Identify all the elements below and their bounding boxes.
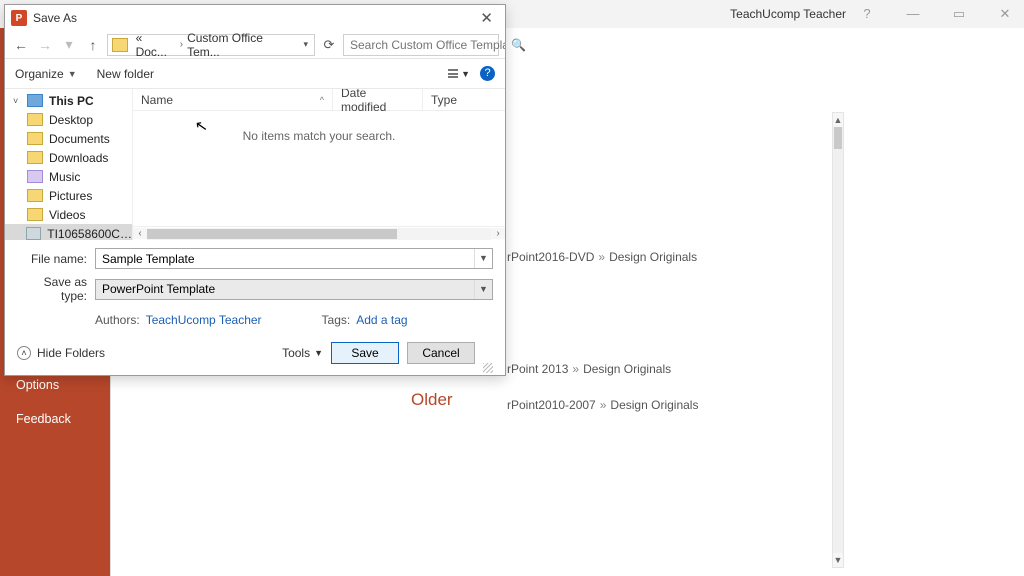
close-dialog-button[interactable]: ✕ xyxy=(472,7,501,29)
help-icon[interactable]: ? xyxy=(480,66,495,81)
filetype-input[interactable] xyxy=(96,282,474,296)
filename-input[interactable] xyxy=(96,252,474,266)
help-button[interactable]: ? xyxy=(854,6,880,22)
address-bar[interactable]: « Doc... › Custom Office Tem... ▾ xyxy=(107,34,315,56)
view-mode-button[interactable]: ▼ xyxy=(448,69,470,79)
recent-list: rPoint2016-DVD»Design Originals rPoint 2… xyxy=(507,228,698,434)
chevron-down-icon[interactable]: ▼ xyxy=(68,69,77,79)
filename-field[interactable]: ▼ xyxy=(95,248,493,269)
nav-back-button[interactable]: ← xyxy=(11,37,31,53)
resize-grip[interactable] xyxy=(483,363,493,373)
fld-icon xyxy=(27,151,43,164)
save-button[interactable]: Save xyxy=(331,342,399,364)
tree-label: Music xyxy=(49,170,80,184)
tags-value[interactable]: Add a tag xyxy=(356,313,407,327)
sidebar-item-feedback[interactable]: Feedback xyxy=(0,402,110,436)
powerpoint-icon: P xyxy=(11,10,27,26)
older-heading: Older xyxy=(411,390,453,410)
scroll-thumb[interactable] xyxy=(147,229,397,239)
tree-label: TI10658600C (C: xyxy=(47,227,132,241)
chevron-down-icon[interactable]: ▼ xyxy=(474,280,492,299)
chevron-up-icon: ˄ xyxy=(17,346,31,360)
nav-recent-button[interactable]: ▾ xyxy=(59,36,79,53)
tree-label: Videos xyxy=(49,208,85,222)
authors-value[interactable]: TeachUcomp Teacher xyxy=(146,313,262,327)
nav-up-button[interactable]: ↑ xyxy=(83,37,103,53)
tree-label: Downloads xyxy=(49,151,108,165)
breadcrumb-part[interactable]: Custom Office Tem... xyxy=(183,31,299,59)
tree-label: Desktop xyxy=(49,113,93,127)
empty-message: No items match your search. xyxy=(133,111,505,161)
refresh-button[interactable]: ⟳ xyxy=(319,37,339,53)
fld-icon xyxy=(27,132,43,145)
horizontal-scrollbar[interactable]: ‹ › xyxy=(133,226,505,240)
search-input[interactable] xyxy=(344,38,511,52)
minimize-button[interactable]: — xyxy=(900,6,926,22)
search-box[interactable]: 🔍 xyxy=(343,34,499,56)
filetype-label: Save as type: xyxy=(17,275,95,303)
scroll-right-icon[interactable]: › xyxy=(491,228,505,239)
user-name: TeachUcomp Teacher xyxy=(730,7,854,21)
fld-icon xyxy=(27,113,43,126)
sort-asc-icon: ^ xyxy=(320,95,324,105)
folder-icon xyxy=(112,38,128,52)
tree-node[interactable]: Desktop xyxy=(5,110,132,129)
tree-node[interactable]: Videos xyxy=(5,205,132,224)
filetype-field[interactable]: ▼ xyxy=(95,279,493,300)
folder-tree: ˅ This PC Desktop Documents Downloads Music Pi… xyxy=(5,89,133,240)
recent-item[interactable]: rPoint 2013»Design Originals xyxy=(507,362,698,376)
drive-icon xyxy=(26,227,41,240)
maximize-button[interactable]: ▭ xyxy=(946,6,972,22)
column-type[interactable]: Type xyxy=(423,89,505,110)
breadcrumb-part[interactable]: « Doc... xyxy=(132,31,180,59)
column-name[interactable]: Name^ xyxy=(133,89,333,110)
filename-label: File name: xyxy=(17,252,95,266)
scroll-up-icon[interactable]: ▲ xyxy=(833,113,843,127)
expand-icon[interactable]: ˅ xyxy=(13,96,21,106)
content-scrollbar[interactable]: ▲ ▼ xyxy=(832,112,844,568)
file-list-pane: Name^ Date modified Type No items match … xyxy=(133,89,505,240)
scroll-thumb[interactable] xyxy=(834,127,842,149)
music-icon xyxy=(27,170,43,183)
tree-node[interactable]: Music xyxy=(5,167,132,186)
tree-node[interactable]: Downloads xyxy=(5,148,132,167)
close-window-button[interactable]: ✕ xyxy=(992,6,1018,22)
list-icon xyxy=(448,69,458,78)
column-date[interactable]: Date modified xyxy=(333,89,423,110)
tree-node[interactable]: TI10658600C (C: xyxy=(5,224,132,240)
address-dropdown[interactable]: ▾ xyxy=(299,39,312,50)
hide-folders-button[interactable]: ˄ Hide Folders xyxy=(17,346,105,360)
fld-icon xyxy=(27,208,43,221)
tree-label: Documents xyxy=(49,132,110,146)
chevron-down-icon[interactable]: ▼ xyxy=(474,249,492,268)
pc-icon xyxy=(27,94,43,107)
search-icon[interactable]: 🔍 xyxy=(511,38,526,52)
save-as-dialog: P Save As ✕ ← → ▾ ↑ « Doc... › Custom Of… xyxy=(4,4,506,376)
recent-item[interactable]: rPoint2016-DVD»Design Originals xyxy=(507,250,698,264)
tree-label: This PC xyxy=(49,94,94,108)
nav-forward-button[interactable]: → xyxy=(35,37,55,53)
tree-node[interactable]: ˅ This PC xyxy=(5,91,132,110)
tree-node[interactable]: Pictures xyxy=(5,186,132,205)
tree-node[interactable]: Documents xyxy=(5,129,132,148)
dialog-title: Save As xyxy=(33,11,77,25)
scroll-down-icon[interactable]: ▼ xyxy=(833,553,843,567)
scroll-left-icon[interactable]: ‹ xyxy=(133,228,147,239)
authors-label: Authors: xyxy=(95,313,140,327)
tags-label: Tags: xyxy=(322,313,351,327)
fld-icon xyxy=(27,189,43,202)
organize-menu[interactable]: Organize xyxy=(15,67,64,81)
recent-item[interactable]: rPoint2010-2007»Design Originals xyxy=(507,398,698,412)
tools-menu[interactable]: Tools▼ xyxy=(282,346,323,360)
tree-label: Pictures xyxy=(49,189,92,203)
cancel-button[interactable]: Cancel xyxy=(407,342,475,364)
new-folder-button[interactable]: New folder xyxy=(97,67,154,81)
